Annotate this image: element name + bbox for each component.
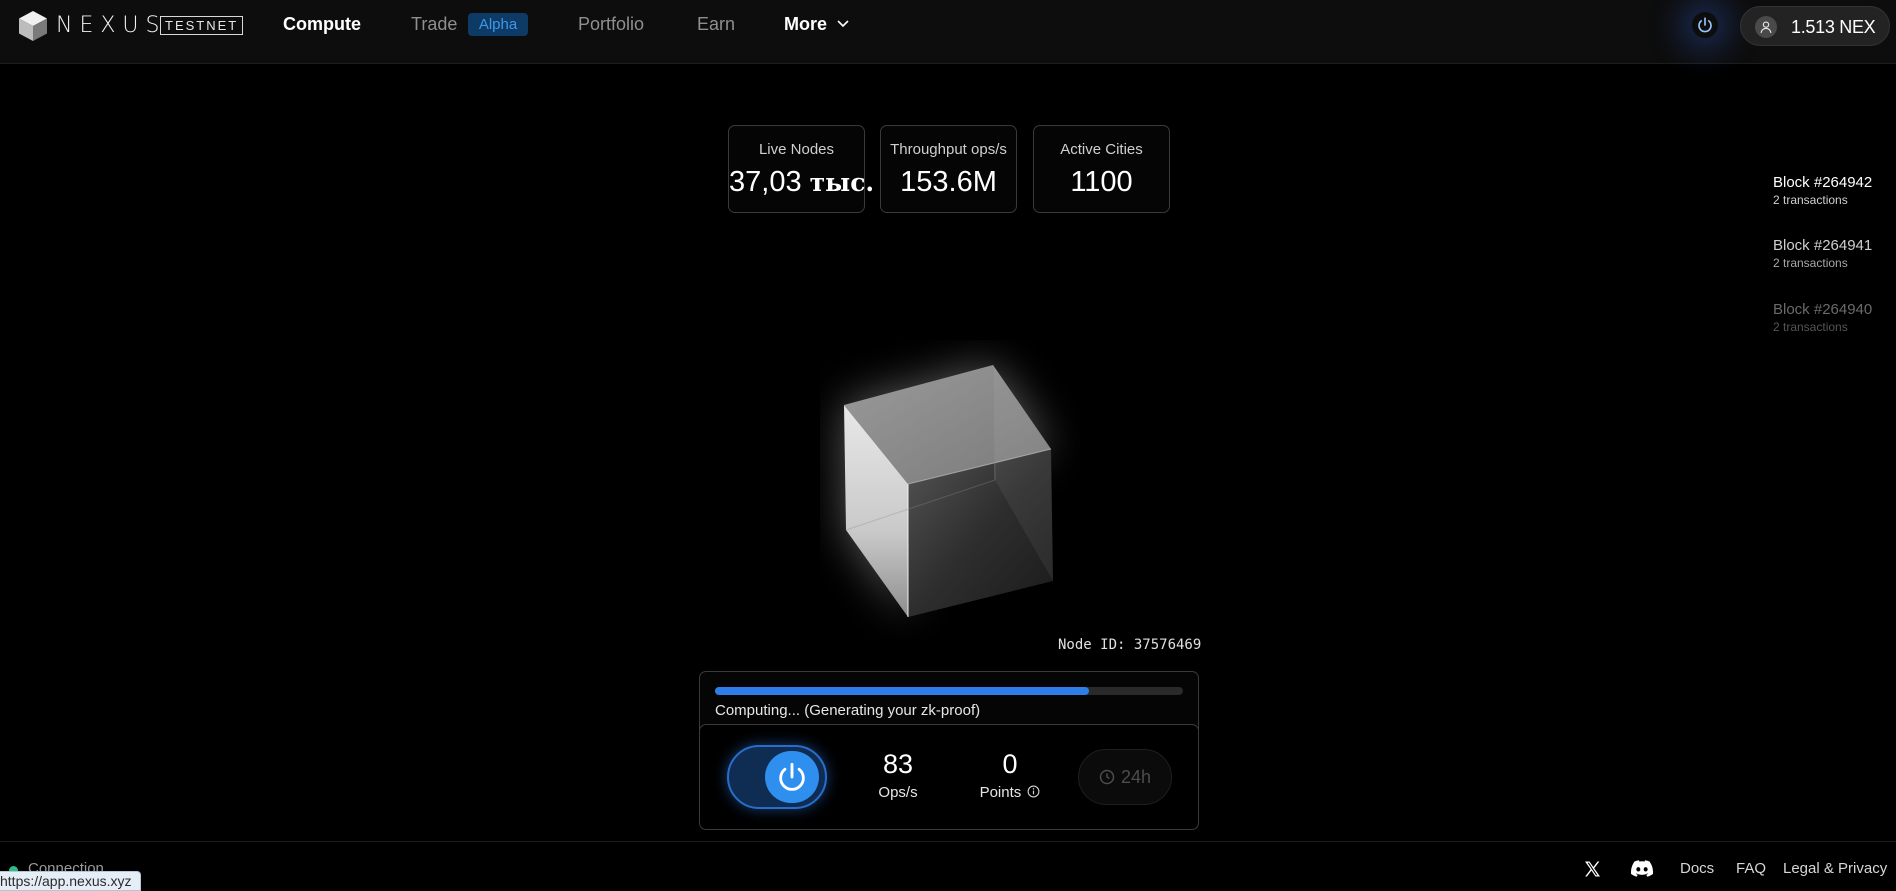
block-title: Block #264941 [1773,237,1873,254]
stat-active-cities: Active Cities 1100 [1033,125,1170,213]
ops-label: Ops/s [878,784,918,801]
timer-label: 24h [1120,766,1152,787]
progress-status-text: Computing... (Generating your zk-proof) [715,702,981,719]
progress-bar [715,687,1183,695]
block-item[interactable]: Block #264941 2 transactions [1773,237,1872,270]
alpha-badge: Alpha [468,13,528,36]
node-id-label: Node ID: 37576469 [1058,637,1202,653]
block-title: Block #264942 [1773,174,1873,191]
nav-more[interactable]: More [784,14,827,35]
brand-name: NEXUS [56,13,167,38]
timer-24h-button[interactable]: 24h [1078,749,1172,805]
points-label: Points [975,784,1045,801]
points-value: 0 [1002,749,1018,779]
url-tooltip: https://app.nexus.xyz [0,871,141,891]
stat-value: 1100 [1070,166,1133,198]
power-status-icon[interactable] [1692,12,1718,38]
block-item[interactable]: Block #264940 2 transactions [1773,301,1872,334]
wallet-button[interactable]: 1.513 NEX [1740,6,1890,46]
ops-metric: 83 Ops/s [868,749,928,801]
chevron-down-icon[interactable] [837,20,849,28]
progress-bar-fill [715,687,1090,695]
block-tx-count: 2 transactions [1773,256,1848,270]
stat-label: Active Cities [1060,141,1143,158]
info-icon[interactable] [1027,785,1040,798]
wallet-balance: 1.513 NEX [1791,17,1876,37]
footer-bar: Connection https://app.nexus.xyz Docs FA… [0,841,1896,891]
clock-icon [1099,769,1115,785]
compute-control-panel: 83 Ops/s 0 Points 24h [699,724,1199,830]
ops-value: 83 [882,749,914,779]
compute-power-toggle[interactable] [727,745,827,809]
progress-panel: Computing... (Generating your zk-proof) [699,671,1199,731]
nav-portfolio[interactable]: Portfolio [578,14,644,35]
compute-cube-visual [820,340,1080,640]
stat-label: Live Nodes [758,141,835,158]
docs-link[interactable]: Docs [1680,860,1714,877]
nexus-logo-icon[interactable] [18,10,48,42]
stat-label: Throughput ops/s [890,141,1007,158]
block-tx-count: 2 transactions [1773,193,1848,207]
nav-trade[interactable]: Trade [411,14,457,35]
block-item[interactable]: Block #264942 2 transactions [1773,174,1872,207]
x-twitter-icon[interactable] [1583,860,1602,878]
user-avatar-icon [1755,16,1777,38]
top-nav-bar: NEXUS TESTNET Compute Trade Alpha Portfo… [0,0,1896,64]
nav-earn[interactable]: Earn [697,14,735,35]
discord-icon[interactable] [1631,860,1653,877]
stat-throughput: Throughput ops/s 153.6M [880,125,1017,213]
points-metric: 0 Points [975,749,1045,801]
block-title: Block #264940 [1773,301,1873,318]
stat-value: 37,03 тыс. [729,166,875,198]
legal-privacy-link[interactable]: Legal & Privacy [1783,860,1887,877]
stat-value: 153.6M [900,166,997,198]
stat-live-nodes: Live Nodes 37,03 тыс. [728,125,875,213]
testnet-badge: TESTNET [160,16,244,35]
block-tx-count: 2 transactions [1773,320,1848,334]
faq-link[interactable]: FAQ [1736,860,1766,877]
power-icon[interactable] [765,751,819,803]
nav-compute[interactable]: Compute [283,14,361,35]
